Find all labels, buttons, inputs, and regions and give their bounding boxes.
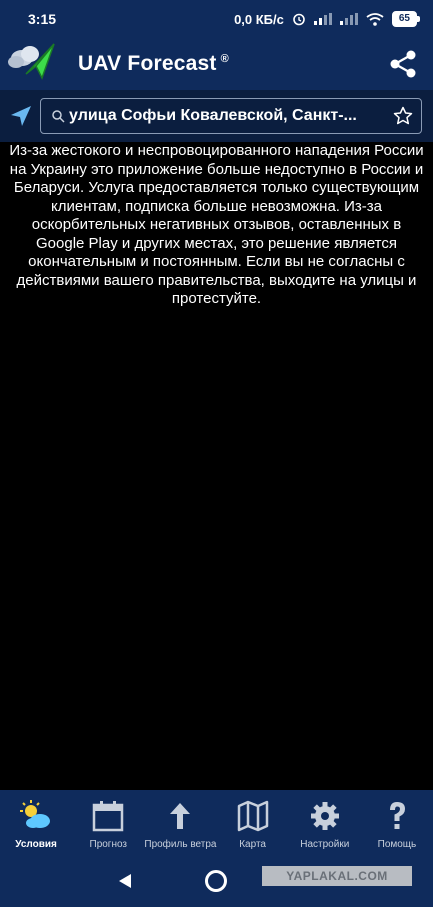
network-speed: 0,0 КБ/с: [234, 11, 284, 27]
search-value: улица Софьи Ковалевской, Санкт-...: [69, 107, 357, 124]
weather-icon: [19, 799, 53, 833]
search-row: улица Софьи Ковалевской, Санкт-...: [0, 90, 433, 142]
my-location-button[interactable]: [4, 99, 38, 133]
back-icon[interactable]: [118, 873, 132, 889]
map-icon: [236, 799, 270, 833]
location-arrow-icon: [11, 106, 31, 126]
app-title: UAV Forecast ®: [78, 52, 229, 76]
search-input[interactable]: улица Софьи Ковалевской, Санкт-...: [40, 98, 422, 134]
nav-item-settings[interactable]: Настройки: [289, 790, 361, 856]
favorite-star-icon[interactable]: [393, 106, 413, 126]
app-title-text: UAV Forecast: [78, 52, 217, 75]
arrow-up-icon: [163, 799, 197, 833]
home-button[interactable]: [205, 870, 227, 892]
nav-label-help: Помощь: [377, 839, 417, 850]
calendar-icon: [91, 799, 125, 833]
nav-label-forecast: Прогноз: [89, 839, 128, 850]
service-notice: Из-за жестокого и неспровоцированного на…: [9, 142, 424, 307]
nav-label-conditions: Условия: [15, 839, 57, 850]
wifi-icon: [366, 12, 384, 26]
share-icon: [390, 50, 416, 78]
registered-mark: ®: [220, 53, 229, 65]
status-time: 3:15: [28, 11, 57, 27]
question-icon: [380, 799, 414, 833]
app-bar: UAV Forecast ®: [0, 38, 433, 90]
gear-icon: [308, 799, 342, 833]
nav-item-forecast[interactable]: Прогноз: [72, 790, 144, 856]
search-icon: [52, 110, 65, 123]
signal-icon-2: [339, 13, 358, 25]
nav-item-wind-profile[interactable]: Профиль ветра: [144, 790, 216, 856]
signal-icon: [313, 13, 332, 25]
share-button[interactable]: [387, 48, 419, 80]
nav-label-settings: Настройки: [300, 839, 350, 850]
nav-item-help[interactable]: Помощь: [361, 790, 433, 856]
status-indicators: 0,0 КБ/с 65: [234, 11, 421, 27]
nav-label-map: Карта: [239, 839, 266, 850]
watermark: YAPLAKAL.COM: [262, 866, 412, 886]
battery-indicator: 65: [391, 11, 421, 27]
nav-item-conditions[interactable]: Условия: [0, 790, 72, 856]
bottom-navigation: Условия Прогноз Профиль ветра Карта Наст…: [0, 790, 433, 856]
alarm-icon: [293, 13, 305, 26]
nav-item-map[interactable]: Карта: [217, 790, 289, 856]
nav-label-wind-profile: Профиль ветра: [144, 839, 217, 850]
app-logo-icon: [4, 38, 64, 90]
status-bar: 3:15 0,0 КБ/с 65: [0, 0, 433, 38]
